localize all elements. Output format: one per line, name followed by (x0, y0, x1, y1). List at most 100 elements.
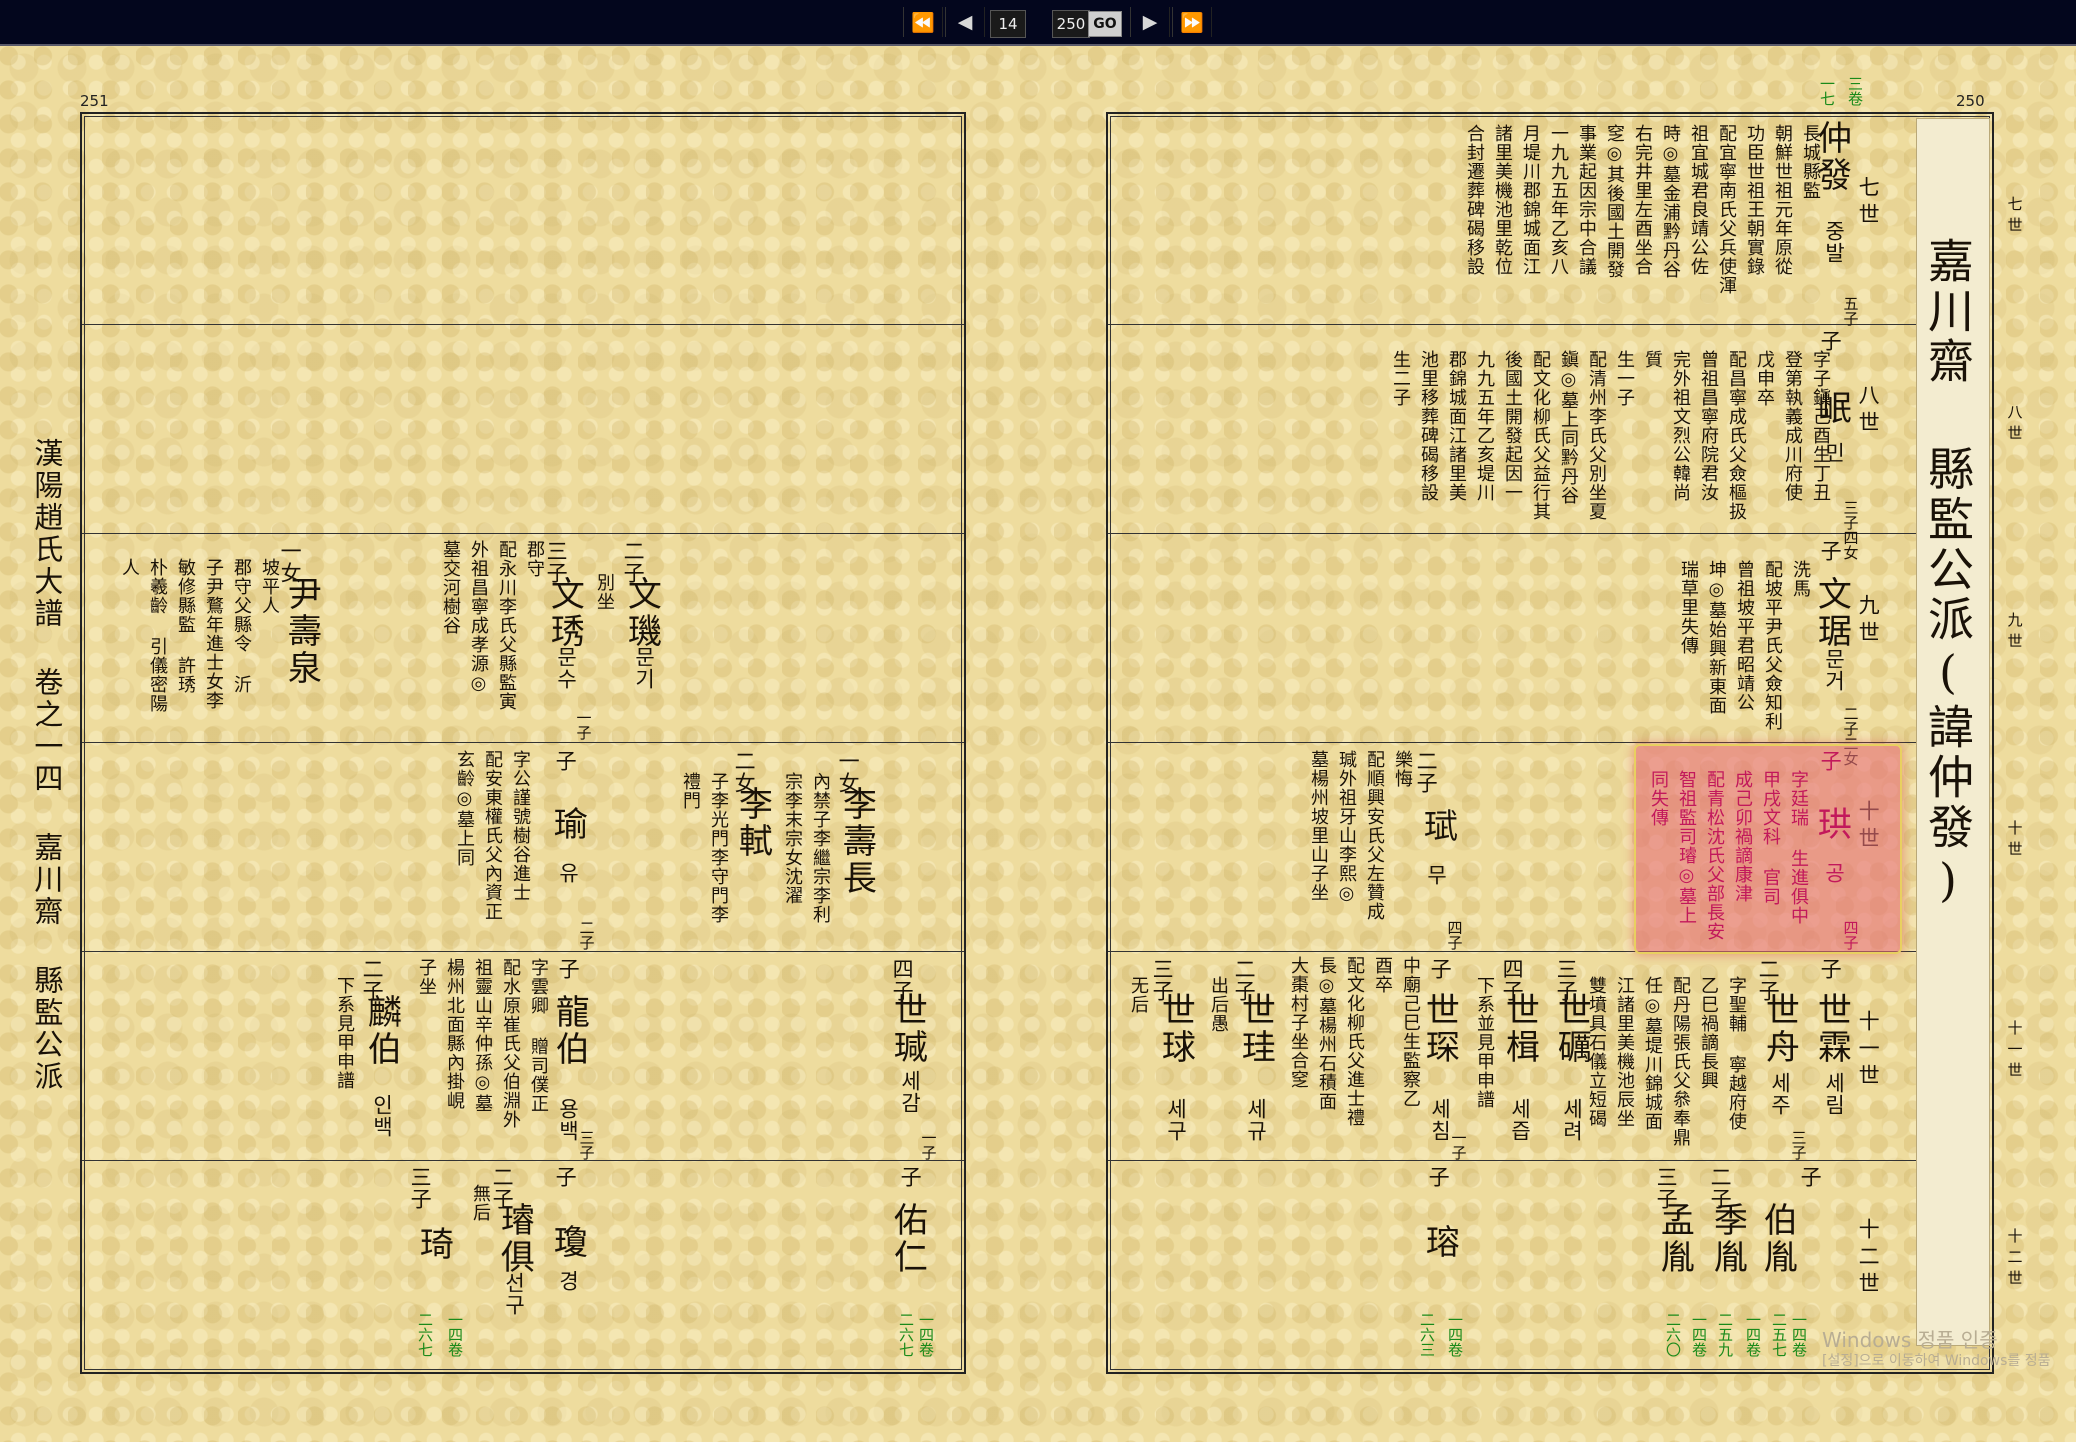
volume-reference: 一四卷 (917, 1312, 935, 1357)
person-biography: 別坐 (594, 573, 615, 611)
person-name: 文琇 (544, 576, 585, 650)
child-count: 四子 (1445, 920, 1464, 950)
generation-label: 十二世 (1856, 1218, 1881, 1299)
person-biography: 郡守 配永川李氏父縣監寅 外祖昌寧成孝源◎ 墓交河樹谷 (440, 540, 545, 711)
person-biography: 字聖輔 寧越府使 乙巳禍謫長興 配丹陽張氏父叅奉鼎 任◎墓堤川錦城面 江諸里美機… (1586, 976, 1747, 1147)
first-page-icon[interactable]: ⏪ (903, 7, 943, 37)
last-page-icon[interactable]: ⏩ (1172, 7, 1212, 37)
person-biography: 字公謹號樹谷進士 配安東權氏父內資正 玄齡◎墓上同 (454, 750, 531, 921)
relation-label: 子 (553, 750, 578, 772)
left-genealogy-table (80, 112, 966, 1374)
right-genealogy-table (1106, 112, 1994, 1374)
relation-label: 子 (1798, 1166, 1823, 1188)
volume-page-reference: 二六〇 (1664, 1312, 1682, 1357)
person-name: 文璣 (621, 576, 662, 650)
person-name: 孟胤 (1654, 1202, 1695, 1276)
generation-label: 十一世 (1856, 1010, 1881, 1091)
relation-label: 子 (1818, 330, 1843, 352)
hangul-name: 공 (1822, 862, 1847, 884)
person-biography: 出后愚 (1208, 976, 1229, 1033)
volume-page-reference: 二五九 (1716, 1312, 1734, 1357)
person-biography: 子李光門李守門李 禮門 (680, 772, 729, 924)
hangul-name: 세려 (1560, 1098, 1585, 1142)
volume-page-reference: 二五七 (1770, 1312, 1788, 1357)
child-count: 五子 (1841, 296, 1860, 326)
go-button[interactable]: GO (1088, 11, 1122, 37)
generation-margin-label: 八世 (2005, 404, 2024, 446)
person-biography: 樂悔 配順興安氏父左贊成 瑊外祖牙山李熙◎ 墓楊州坡里山子坐 (1308, 750, 1413, 921)
person-name: 世珪 (1235, 992, 1276, 1066)
hangul-name: 문거 (1822, 648, 1847, 692)
hangul-name: 선구 (502, 1272, 527, 1316)
child-count: 一子 (919, 1130, 938, 1160)
hangul-name: 용백 (556, 1098, 581, 1142)
page-number-left: 251 (80, 92, 109, 110)
hangul-name: 세즙 (1508, 1098, 1533, 1142)
person-biography: 內禁子李繼宗李利 宗李末宗女沈濯 (782, 772, 831, 924)
person-biography: 中廟己巳生監察乙 酉卒 配文化柳氏父進士禮 長◎墓楊州石積面 大棗村子坐合窆 (1288, 956, 1421, 1127)
activation-watermark-title: Windows 정품 인증 (1822, 1328, 1998, 1352)
lineage-title-panel: 嘉川齋 縣監公派(諱仲發) (1916, 118, 1990, 1346)
prev-page-icon[interactable]: ◀ (945, 7, 985, 37)
relation-label: 子 (1428, 958, 1453, 980)
child-count: 三子 (1789, 1130, 1808, 1160)
volume-reference: 一四卷 (446, 1312, 464, 1357)
hangul-name: 세구 (1164, 1098, 1189, 1142)
generation-label: 八世 (1856, 384, 1881, 438)
person-name: 佑仁 (887, 1202, 928, 1276)
hangul-name: 세주 (1768, 1072, 1793, 1116)
person-name: 琦 (413, 1226, 454, 1263)
child-count: 三子 (577, 1130, 596, 1160)
child-count: 三子四女 (1841, 500, 1860, 560)
relation-label: 子 (553, 1166, 578, 1188)
generation-margin-label: 七世 (2005, 196, 2024, 238)
generation-margin-label: 九世 (2005, 612, 2024, 654)
hangul-name: 세규 (1244, 1098, 1269, 1142)
generation-margin-label: 十一世 (2005, 1020, 2024, 1083)
relation-label: 子 (1426, 1166, 1451, 1188)
volume-reference: 三卷 (1846, 76, 1864, 106)
person-name: 龍伯 (549, 994, 590, 1068)
current-page-input[interactable]: 14 (990, 10, 1026, 38)
person-name: 世楫 (1499, 992, 1540, 1066)
relation-label: 三子 (408, 1166, 433, 1210)
hangul-name: 문기 (632, 646, 657, 690)
volume-reference: 一四卷 (1790, 1312, 1808, 1357)
volume-reference: 一四卷 (1446, 1312, 1464, 1357)
hangul-name: 중발 (1822, 220, 1847, 264)
generation-margin-label: 十世 (2005, 820, 2024, 862)
spine-title: 漢陽趙氏大譜 卷之一四 嘉川齋 縣監公派 (29, 438, 64, 1093)
next-page-icon[interactable]: ▶ (1130, 7, 1170, 37)
hangul-name: 무 (1424, 864, 1449, 886)
hangul-name: 세림 (1822, 1072, 1847, 1116)
activation-watermark-text: [설정]으로 이동하여 Windows를 정품 (1822, 1353, 2051, 1369)
person-name: 麟伯 (361, 994, 402, 1068)
volume-page-reference: 二六七 (897, 1312, 915, 1357)
person-name: 伯胤 (1757, 1202, 1798, 1276)
person-name: 李壽長 (836, 786, 877, 897)
person-biography: 下系見甲申譜 (334, 976, 355, 1090)
hangul-name: 세침 (1428, 1098, 1453, 1142)
person-name: 世霖 (1811, 992, 1852, 1066)
relation-label: 子 (1818, 958, 1843, 980)
person-name: 季胤 (1707, 1202, 1748, 1276)
person-name: 世琛 (1419, 992, 1460, 1066)
child-count: 一子 (574, 710, 593, 740)
generation-label: 七世 (1856, 176, 1881, 230)
hangul-name: 유 (556, 862, 581, 884)
volume-page-reference: 一七 (1818, 76, 1836, 106)
person-name: 世舟 (1759, 992, 1800, 1066)
relation-label: 子 (1818, 540, 1843, 562)
relation-label: 子 (898, 1166, 923, 1188)
page-nav-bar: ⏪ ◀ 14 250 GO ▶ ⏩ (0, 0, 2076, 46)
hangul-name: 경 (556, 1270, 581, 1292)
person-name: 珙 (1811, 806, 1852, 843)
total-pages: 250 (1052, 10, 1090, 38)
person-biography: 字雲卿 贈司僕正 配水原崔氏父伯淵外 祖靈山辛仲孫◎墓 楊州北面縣內掛峴 子坐 (416, 958, 549, 1129)
generation-margin-label: 十二世 (2005, 1228, 2024, 1291)
person-biography: 无后 (1128, 976, 1149, 1014)
person-name: 李軾 (732, 786, 773, 860)
person-biography: 長城縣監 朝鮮世祖元年原從 功臣世祖王朝實錄 配宜寧南氏父兵使渾 祖宜城君良靖公… (1464, 124, 1821, 295)
person-biography: 無后 (470, 1184, 491, 1222)
person-biography: 洗馬 配坡平尹氏父僉知利 曾祖坡平君昭靖公 坤◎墓始興新東面 瑞草里失傳 (1678, 560, 1811, 731)
